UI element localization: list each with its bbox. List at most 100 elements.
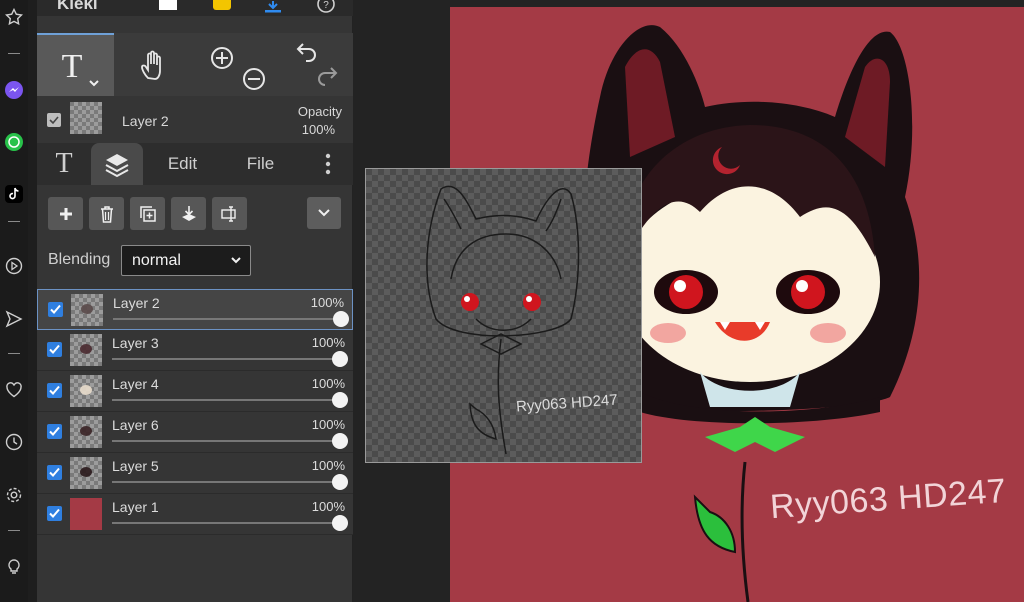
lightbulb-icon[interactable]	[3, 556, 25, 578]
plus-icon	[59, 207, 72, 220]
kleki-panel: Kleki ? T Layer 2 Opacity 100% T Edit Fi…	[37, 0, 353, 602]
blending-mode-select[interactable]: normal	[121, 245, 251, 276]
layer-visibility-checkbox[interactable]	[47, 424, 62, 439]
layer-thumbnail	[71, 294, 103, 326]
save-icon[interactable]	[213, 0, 231, 10]
checkmark-icon	[49, 426, 60, 436]
slider-handle[interactable]	[332, 351, 348, 367]
slider-handle[interactable]	[333, 311, 349, 327]
layer-thumbnail	[70, 375, 102, 407]
layer-actions	[37, 185, 353, 241]
merge-down-button[interactable]	[171, 197, 206, 230]
clock-icon[interactable]	[3, 431, 25, 453]
layer-row[interactable]: Layer 2 100%	[37, 289, 353, 330]
checkmark-icon	[49, 385, 60, 395]
layer-opacity-slider[interactable]	[113, 318, 341, 320]
current-layer-info: Layer 2 Opacity 100%	[37, 96, 353, 144]
current-layer-name: Layer 2	[122, 113, 169, 129]
layer-visibility-checkbox[interactable]	[47, 465, 62, 480]
canvas-workspace[interactable]: Ryy063 HD247 Ryy063 HD247	[353, 0, 1024, 602]
layer-thumbnail	[70, 498, 102, 530]
delete-layer-button[interactable]	[89, 197, 124, 230]
settings-icon[interactable]	[3, 484, 25, 506]
layer-row[interactable]: Layer 6 100%	[37, 412, 353, 453]
layer-visibility-checkbox[interactable]	[47, 342, 62, 357]
slider-handle[interactable]	[332, 474, 348, 490]
svg-text:?: ?	[323, 0, 329, 11]
layer-visibility-checkbox[interactable]	[48, 302, 63, 317]
undo-redo-buttons	[275, 33, 353, 96]
layer-name: Layer 2	[113, 295, 160, 311]
play-circle-icon[interactable]	[3, 255, 25, 277]
current-layer-thumbnail	[70, 102, 102, 134]
rename-layer-button[interactable]	[212, 197, 247, 230]
layer-visibility-checkbox[interactable]	[47, 506, 62, 521]
tab-edit[interactable]: Edit	[155, 143, 210, 185]
collapse-panel-button[interactable]	[307, 197, 341, 229]
checkmark-icon	[49, 508, 60, 518]
app-brand: Kleki	[57, 0, 98, 13]
add-layer-button[interactable]	[48, 197, 83, 230]
new-document-icon[interactable]	[159, 0, 177, 10]
browser-sidebar	[0, 0, 28, 602]
layer-name: Layer 6	[112, 417, 159, 433]
layer-preview-popup: Ryy063 HD247	[365, 168, 642, 463]
layer-name: Layer 4	[112, 376, 159, 392]
layer-opacity-slider[interactable]	[112, 522, 340, 524]
trash-icon	[100, 205, 113, 223]
help-icon[interactable]: ?	[316, 0, 336, 14]
slider-handle[interactable]	[332, 515, 348, 531]
slider-handle[interactable]	[332, 433, 348, 449]
slider-handle[interactable]	[332, 392, 348, 408]
opacity-label: Opacity	[297, 104, 342, 119]
hand-tool-button[interactable]	[117, 33, 192, 96]
more-menu-button[interactable]	[313, 143, 343, 185]
layer-opacity-slider[interactable]	[112, 358, 340, 360]
tiktok-icon[interactable]	[3, 183, 25, 205]
layer-row[interactable]: Layer 4 100%	[37, 371, 353, 412]
redo-icon[interactable]	[318, 66, 338, 86]
layer-opacity: 100%	[310, 295, 344, 310]
layer-visibility-checkbox[interactable]	[47, 383, 62, 398]
tab-file[interactable]: File	[233, 143, 288, 185]
layer-row[interactable]: Layer 5 100%	[37, 453, 353, 494]
layer-preview-sketch	[426, 185, 580, 455]
layer-row[interactable]: Layer 1 100%	[37, 494, 353, 535]
chevron-down-icon	[231, 257, 241, 264]
zoom-in-icon[interactable]	[211, 46, 233, 69]
star-icon[interactable]	[3, 6, 25, 28]
tab-text[interactable]: T	[39, 143, 89, 185]
heart-icon[interactable]	[3, 379, 25, 401]
blending-mode-value: normal	[132, 252, 181, 269]
download-icon[interactable]	[263, 0, 283, 13]
duplicate-layer-button[interactable]	[130, 197, 165, 230]
layer-thumbnail	[70, 334, 102, 366]
tab-layers[interactable]	[91, 143, 143, 185]
whatsapp-icon[interactable]	[3, 131, 25, 153]
messenger-icon[interactable]	[3, 79, 25, 101]
layer-thumbnail	[70, 457, 102, 489]
rename-icon	[220, 205, 236, 222]
layer-row[interactable]: Layer 3 100%	[37, 330, 353, 371]
layer-visibility-checkbox[interactable]	[47, 113, 61, 127]
chevron-down-icon	[318, 209, 330, 217]
layer-opacity: 100%	[311, 335, 345, 350]
text-tool-button[interactable]: T	[37, 33, 114, 96]
layer-opacity-slider[interactable]	[112, 481, 340, 483]
zoom-out-icon[interactable]	[243, 67, 265, 90]
send-icon[interactable]	[3, 308, 25, 330]
checkmark-icon	[49, 467, 60, 477]
top-bar: Kleki ?	[37, 0, 353, 16]
layer-opacity: 100%	[311, 417, 345, 432]
layer-name: Layer 3	[112, 335, 159, 351]
svg-text:T: T	[61, 48, 82, 85]
layer-opacity: 100%	[311, 499, 345, 514]
layer-opacity: 100%	[311, 376, 345, 391]
checkmark-icon	[50, 304, 61, 314]
blending-label: Blending	[48, 251, 111, 268]
layer-opacity-slider[interactable]	[112, 399, 340, 401]
undo-icon[interactable]	[296, 42, 316, 62]
layer-thumbnail	[70, 416, 102, 448]
layer-opacity-slider[interactable]	[112, 440, 340, 442]
tool-bar: T	[37, 33, 353, 96]
